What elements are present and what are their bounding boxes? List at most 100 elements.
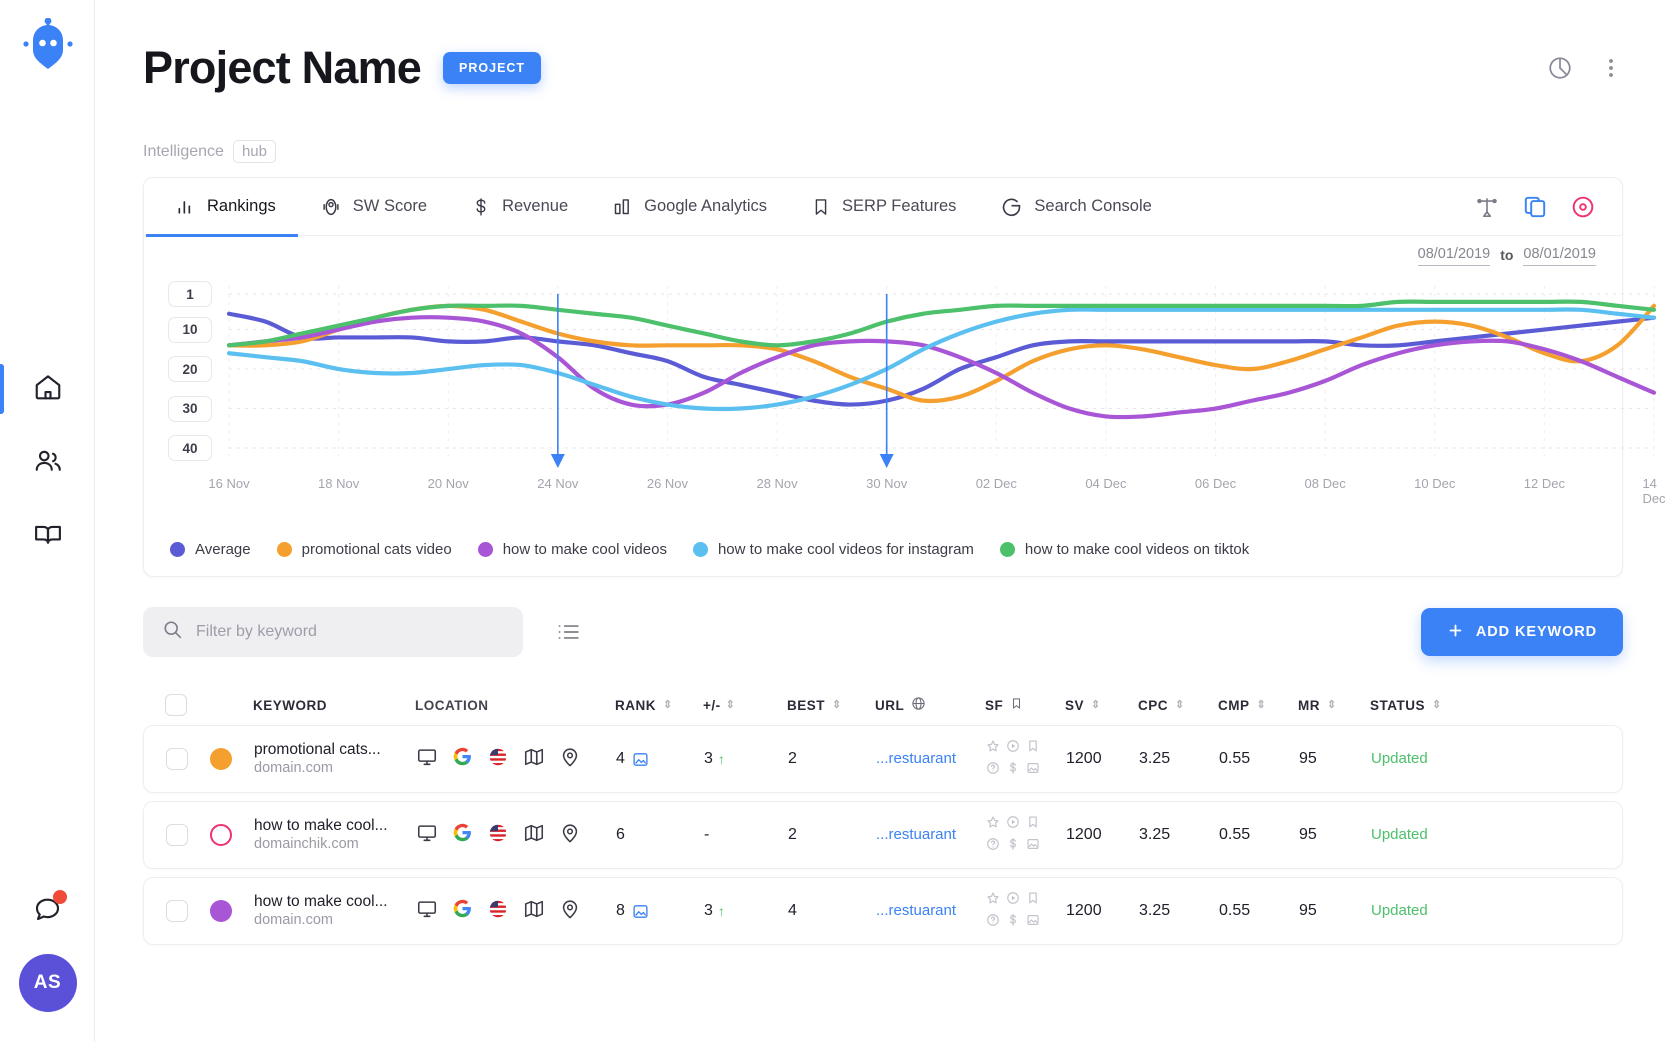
bookmark-icon[interactable] [1026,739,1041,758]
google-icon[interactable] [452,822,473,848]
keyword-cell[interactable]: how to make cool... domainchik.com [254,816,416,854]
row-checkbox[interactable] [166,824,188,846]
scales-balance-icon[interactable] [1474,194,1500,220]
table-row[interactable]: how to make cool... domain.com 8 3↑ 4 ..… [143,877,1623,945]
play-circle-icon[interactable] [1006,739,1021,758]
tab-revenue[interactable]: Revenue [449,178,590,236]
row-checkbox[interactable] [166,748,188,770]
select-all-checkbox[interactable] [165,694,187,716]
sort-icon[interactable]: ⇕ [1327,700,1337,711]
sort-icon[interactable]: ⇕ [832,700,842,711]
sidebar-item-team[interactable] [0,426,95,500]
question-circle-icon[interactable] [986,761,1001,780]
legend-item[interactable]: promotional cats video [277,541,452,558]
google-icon[interactable] [452,898,473,924]
question-circle-icon[interactable] [986,913,1001,932]
url-link[interactable]: ...restuarant [876,750,956,767]
row-checkbox[interactable] [166,900,188,922]
tab-sw-score[interactable]: SW Score [298,178,449,236]
sort-icon[interactable]: ⇕ [663,700,673,711]
keyword-cell[interactable]: promotional cats... domain.com [254,740,416,778]
desktop-icon[interactable] [416,898,438,925]
sort-icon[interactable]: ⇕ [1257,700,1267,711]
map-icon[interactable] [523,898,545,925]
question-circle-icon[interactable] [986,837,1001,856]
table-header: KEYWORD LOCATION RANK ⇕ +/- ⇕ BEST ⇕ URL [143,685,1623,725]
map-icon[interactable] [523,822,545,849]
th-serp-features[interactable]: SF [985,696,1065,714]
tab-serp-features[interactable]: SERP Features [789,178,978,236]
list-view-icon[interactable] [555,619,581,645]
th-keyword[interactable]: KEYWORD [253,698,415,713]
image-icon[interactable] [1026,913,1041,932]
date-to[interactable]: 08/01/2019 [1523,246,1596,266]
th-change[interactable]: +/- ⇕ [703,698,787,713]
sidebar-item-home[interactable] [0,352,95,426]
copy-pages-icon[interactable] [1522,194,1548,220]
table-body: promotional cats... domain.com 4 3↑ 2 ..… [143,725,1623,945]
legend-item[interactable]: how to make cool videos [478,541,667,558]
dollar-icon[interactable] [1006,913,1021,932]
tab-rankings[interactable]: Rankings [146,178,298,236]
tab-search-console[interactable]: Search Console [978,178,1173,236]
star-icon[interactable] [986,739,1001,758]
add-keyword-button[interactable]: ADD KEYWORD [1421,608,1623,656]
breadcrumb-chip[interactable]: hub [233,140,276,163]
breadcrumb-text[interactable]: Intelligence [143,143,224,161]
play-circle-icon[interactable] [1006,891,1021,910]
location-pin-icon[interactable] [1570,194,1596,220]
chat-button[interactable] [0,868,95,954]
sidebar-item-knowledge[interactable] [0,500,95,574]
tab-google-analytics[interactable]: Google Analytics [590,178,789,236]
sort-icon[interactable]: ⇕ [1432,700,1442,711]
desktop-icon[interactable] [416,746,438,773]
avatar[interactable]: AS [19,954,77,1012]
us-flag-icon[interactable] [487,746,509,773]
th-best[interactable]: BEST ⇕ [787,698,875,713]
th-cmp[interactable]: CMP ⇕ [1218,698,1298,713]
play-circle-icon[interactable] [1006,815,1021,834]
date-from[interactable]: 08/01/2019 [1418,246,1491,266]
th-url[interactable]: URL [875,696,985,714]
more-vertical-icon[interactable] [1599,56,1623,80]
map-icon[interactable] [523,746,545,773]
sort-icon[interactable]: ⇕ [726,700,736,711]
pin-icon[interactable] [559,822,581,849]
url-link[interactable]: ...restuarant [876,902,956,919]
th-rank[interactable]: RANK ⇕ [615,698,703,713]
us-flag-icon[interactable] [487,822,509,849]
legend-item[interactable]: Average [170,541,251,558]
pin-icon[interactable] [559,898,581,925]
th-status[interactable]: STATUS ⇕ [1370,698,1480,713]
keyword-cell[interactable]: how to make cool... domain.com [254,892,416,930]
search-input[interactable] [196,623,504,641]
rank-image-icon[interactable] [632,903,649,920]
table-row[interactable]: how to make cool... domainchik.com 6 - 2… [143,801,1623,869]
sort-icon[interactable]: ⇕ [1175,700,1185,711]
table-row[interactable]: promotional cats... domain.com 4 3↑ 2 ..… [143,725,1623,793]
th-cpc[interactable]: CPC ⇕ [1138,698,1218,713]
image-icon[interactable] [1026,761,1041,780]
legend-item[interactable]: how to make cool videos on tiktok [1000,541,1249,558]
google-icon[interactable] [452,746,473,772]
url-link[interactable]: ...restuarant [876,826,956,843]
select-all-cell [143,694,209,716]
dollar-icon[interactable] [1006,761,1021,780]
legend-item[interactable]: how to make cool videos for instagram [693,541,974,558]
us-flag-icon[interactable] [487,898,509,925]
bookmark-icon[interactable] [1026,891,1041,910]
robot-logo-icon[interactable] [0,18,95,72]
star-icon[interactable] [986,891,1001,910]
bookmark-icon[interactable] [1026,815,1041,834]
th-location[interactable]: LOCATION [415,698,615,713]
rank-image-icon[interactable] [632,751,649,768]
desktop-icon[interactable] [416,822,438,849]
pin-icon[interactable] [559,746,581,773]
image-icon[interactable] [1026,837,1041,856]
th-sv[interactable]: SV ⇕ [1065,698,1138,713]
th-mr[interactable]: MR ⇕ [1298,698,1370,713]
dollar-icon[interactable] [1006,837,1021,856]
star-icon[interactable] [986,815,1001,834]
pie-chart-icon[interactable] [1547,55,1573,81]
sort-icon[interactable]: ⇕ [1091,700,1101,711]
